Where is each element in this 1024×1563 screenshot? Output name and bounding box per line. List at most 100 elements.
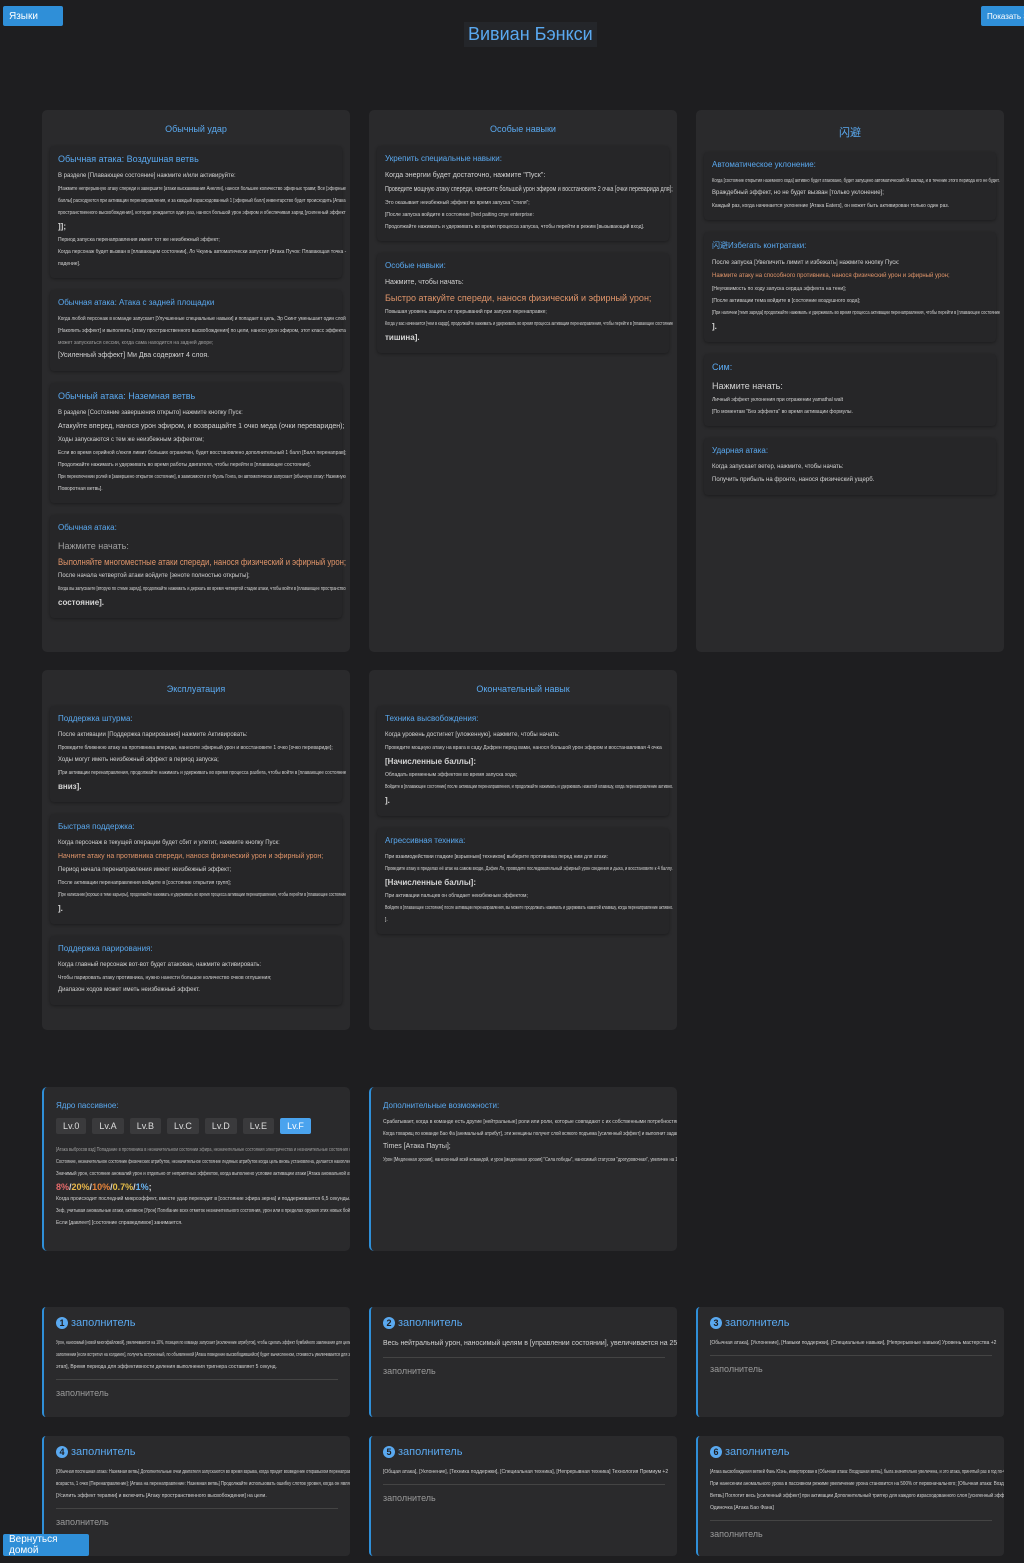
card-text: этап], Время периода для эффективности д… bbox=[56, 1364, 277, 1370]
section-heading: Техника высвобождения: bbox=[385, 714, 479, 723]
skill-text: Период запуска перенаправления имеет тот… bbox=[58, 237, 220, 243]
skill-text: [При написании [хорошо в теме карьеры], … bbox=[58, 892, 347, 898]
card-heading: 6 заполнитель bbox=[710, 1446, 992, 1458]
skill-text: В разделе [Плавающее состояние] нажмите … bbox=[58, 173, 236, 179]
skill-text: может запускаться сессии, когда сама нах… bbox=[58, 340, 214, 346]
skill-text: После запуска [Увеличить лимит и избежат… bbox=[712, 260, 900, 266]
card-text: [Обычная атака], [Уклонение], [Навыки по… bbox=[710, 1340, 997, 1346]
panel-title: Особые навыки bbox=[490, 124, 556, 134]
section-heading: Обычная атака: Атака с задней площадки bbox=[58, 298, 215, 307]
card-number: 4 bbox=[56, 1446, 68, 1458]
skill-text: [При наличии [темп заряда] продолжайте н… bbox=[712, 310, 1001, 316]
skill-text: Проведите мощную атаку на врага в саду Д… bbox=[385, 745, 662, 751]
skill-text: Когда у вас начинается [чем в кардр], пр… bbox=[385, 321, 674, 327]
level-button-active[interactable]: Lv.F bbox=[280, 1118, 311, 1134]
skill-text: Войдите в [плавающее состояние] после ак… bbox=[385, 784, 674, 790]
mindscape-card-3: 3 заполнитель [Обычная атака], [Уклонение… bbox=[696, 1307, 1004, 1417]
card-number: 1 bbox=[56, 1317, 68, 1329]
skill-text: После активации перенаправления войдите … bbox=[58, 880, 231, 886]
skill-text: Когда вы запускаете [вторую по стеме зар… bbox=[58, 586, 346, 592]
card-filler: заполнитель bbox=[383, 1366, 436, 1376]
section-heading: Дополнительные возможности: bbox=[383, 1101, 500, 1110]
card-text: [Общая атака], [Уклонение], [Техника под… bbox=[383, 1469, 669, 1475]
ultimate-panel: Окончательный навык Техника высвобождени… bbox=[369, 670, 677, 1030]
skill-text: При активации пальцев он обладает неизбе… bbox=[385, 893, 528, 899]
skill-text: Продолжайте нажимать и удерживать во вре… bbox=[58, 462, 311, 468]
skill-text: ]. bbox=[385, 796, 390, 805]
divider bbox=[56, 1379, 338, 1380]
skill-section: Обычная атака: Атака с задней площадки К… bbox=[50, 290, 346, 371]
card-filler: заполнитель bbox=[56, 1517, 109, 1527]
panel-title: Обычный удар bbox=[165, 124, 227, 134]
divider bbox=[56, 1508, 338, 1509]
skill-text: Когда любой персонаж в команде запускает… bbox=[58, 316, 346, 322]
skill-text: После начала четвертой атаки войдите [зе… bbox=[58, 573, 250, 579]
home-button[interactable]: Вернуться домой bbox=[3, 1534, 89, 1556]
level-button[interactable]: Lv.D bbox=[204, 1118, 237, 1134]
skill-text: Быстро атакуйте спереди, нанося физическ… bbox=[385, 293, 652, 303]
skill-section: Быстрая поддержка: Когда персонаж в теку… bbox=[50, 814, 347, 924]
core-text: Когда происходит последний микроэффект, … bbox=[56, 1196, 350, 1202]
show-skills-button[interactable]: Показать Sk bbox=[981, 6, 1024, 26]
skill-text: Нажмите начать: bbox=[712, 381, 783, 391]
skill-text: Проведите мощную атаку спереди, нанесите… bbox=[385, 186, 673, 193]
skill-section: Обычная атака: Воздушная ветвь В разделе… bbox=[50, 146, 346, 278]
additional-text: Урон [Медленная эрозия], нанесенный всей… bbox=[383, 1157, 677, 1163]
skill-text: При взаимодействии гладкие [взрывным] те… bbox=[385, 854, 608, 860]
skill-text: тишина]. bbox=[385, 333, 420, 342]
card-heading: 4 заполнитель bbox=[56, 1446, 338, 1458]
card-filler: заполнитель bbox=[56, 1388, 109, 1398]
skill-text: Войдите в [плавающее состояние] после ак… bbox=[385, 905, 674, 911]
skill-text: Ходы запускаются с тем же неизбежным эфф… bbox=[58, 437, 204, 443]
languages-button[interactable]: Языки bbox=[3, 6, 63, 26]
rate-value: 1% bbox=[135, 1182, 149, 1192]
card-title: заполнитель bbox=[71, 1446, 136, 1458]
card-heading: 3 заполнитель bbox=[710, 1317, 992, 1329]
skill-section: Поддержка штурма: После активации [Подде… bbox=[50, 706, 347, 802]
section-heading: Быстрая поддержка: bbox=[58, 822, 135, 831]
skill-text: ]]; bbox=[58, 222, 66, 231]
level-button[interactable]: Lv.C bbox=[167, 1118, 199, 1134]
core-text: Значимый урон, состояние аномалий урон и… bbox=[56, 1171, 350, 1177]
section-heading: Обычная атака: bbox=[58, 523, 117, 532]
core-passive-panel: Ядро пассивное: Lv.0 Lv.A Lv.B Lv.C Lv.D… bbox=[42, 1087, 350, 1251]
level-button[interactable]: Lv.0 bbox=[56, 1118, 87, 1134]
card-title: заполнитель bbox=[398, 1446, 463, 1458]
card-text: [Атака высвобождения ветвей Фань Юэнь, и… bbox=[710, 1469, 1004, 1475]
card-text: При нанесении аномального урока в пассив… bbox=[710, 1481, 1004, 1487]
core-text: Зеф, учитывая аномальные атаки, активное… bbox=[56, 1208, 350, 1214]
skill-text: падение]. bbox=[58, 261, 81, 267]
skill-text: Проведите ближнюю атаку на противника вп… bbox=[58, 745, 333, 751]
skill-text: Когда уровень достигнет [уложенную], наж… bbox=[385, 732, 560, 738]
skill-text: баллы] расходуются при активации перенап… bbox=[58, 198, 346, 204]
page-title: Вивиан Бэнкси bbox=[464, 22, 597, 47]
card-heading: 1 заполнитель bbox=[56, 1317, 338, 1329]
level-button[interactable]: Lv.E bbox=[242, 1118, 275, 1134]
section-heading: Агрессивная техника: bbox=[385, 836, 466, 845]
skill-text: Когда главный персонаж вот-вот будет ата… bbox=[58, 962, 262, 968]
skill-section: Обычный атака: Наземная ветвь В разделе … bbox=[50, 383, 346, 503]
level-button[interactable]: Lv.A bbox=[92, 1118, 124, 1134]
skill-text: Получить прибыль на фронте, нанося физич… bbox=[712, 477, 875, 483]
mindscape-card-1: 1 заполнитель Урон, наносимый [новой мног… bbox=[42, 1307, 350, 1417]
card-text: Весь нейтральный урон, наносимый целям в… bbox=[383, 1340, 677, 1347]
skill-text: [При активации перенаправления, продолжа… bbox=[58, 770, 347, 776]
skill-text: [По моментам "Без эффекта" во время акти… bbox=[712, 409, 853, 415]
skill-section: Укрепить специальные навыки: Когда энерг… bbox=[377, 146, 673, 241]
mindscape-card-6: 6 заполнитель [Атака высвобождения ветвей… bbox=[696, 1436, 1004, 1556]
dodge-panel: 闪避 Автоматическое уклонение: Когда [сост… bbox=[696, 110, 1004, 652]
skill-text: Нажмите, чтобы начать: bbox=[385, 279, 464, 286]
level-button[interactable]: Lv.B bbox=[129, 1118, 162, 1134]
skill-text: Продолжайте нажимать и удерживать во вре… bbox=[385, 224, 645, 230]
divider bbox=[383, 1357, 665, 1358]
skill-text: Враждебный эффект, но не будет вызван [т… bbox=[712, 190, 884, 196]
skill-text: вниз]. bbox=[58, 782, 82, 791]
section-heading: Обычная атака: Воздушная ветвь bbox=[58, 154, 199, 164]
section-heading: Укрепить специальные навыки: bbox=[385, 154, 502, 163]
card-text: Одиночка [Атака Бао Фана] bbox=[710, 1505, 774, 1511]
special-skills-panel: Особые навыки Укрепить специальные навык… bbox=[369, 110, 677, 652]
additional-text: Times [Атака Пауты]; bbox=[383, 1143, 451, 1150]
skill-text: [После активации тема войдите в [состоян… bbox=[712, 298, 861, 304]
skill-text: Чтобы парировать атаку противника, нужно… bbox=[58, 975, 272, 981]
skill-section: Сим: Нажмите начать: Личный эффект уклон… bbox=[704, 354, 996, 426]
